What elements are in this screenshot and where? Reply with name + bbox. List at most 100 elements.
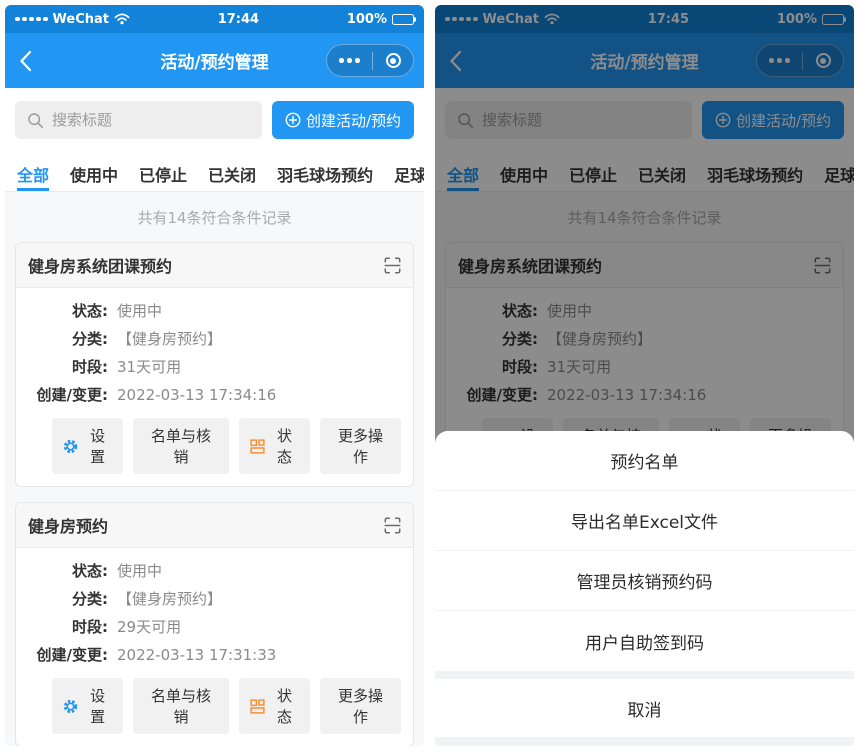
card-action-more-actions[interactable]: 更多操作 [320, 418, 401, 474]
card-field-row: 分类: 【健身房预约】 [28, 590, 401, 609]
status-bar: WeChat 17:44 100% [5, 5, 424, 33]
field-label: 创建/变更: [28, 386, 108, 405]
tab-0[interactable]: 全部 [17, 151, 49, 191]
tab-5[interactable]: 足球场预约 [394, 151, 424, 191]
card-action-status[interactable]: 状态 [239, 678, 310, 734]
field-label: 时段: [28, 618, 108, 637]
gear-icon [63, 699, 78, 714]
card-body: 状态: 使用中分类: 【健身房预约】时段:29天可用创建/变更: 2022-03-13… [16, 548, 413, 746]
tab-1[interactable]: 使用中 [70, 151, 118, 191]
result-count: 共有14条符合条件记录 [15, 207, 414, 228]
card-action-more-actions[interactable]: 更多操作 [320, 678, 401, 734]
card-field-row: 创建/变更: 2022-03-13 17:31:33 [28, 646, 401, 665]
card-actions: 设置名单与核销 状态更多操作 [52, 678, 401, 734]
tab-4[interactable]: 羽毛球场预约 [277, 151, 373, 191]
gear-icon [63, 439, 78, 454]
card-fields: 状态: 使用中分类: 【健身房预约】时段:29天可用创建/变更: 2022-03-13… [28, 562, 401, 665]
card-action-label: 更多操作 [331, 685, 390, 727]
create-activity-label: 创建活动/预约 [306, 110, 401, 131]
action-sheet-items: 预约名单导出名单Excel文件管理员核销预约码用户自助签到码 [435, 431, 854, 671]
activity-card-1: 健身房预约 状态: 使用中分类: 【健身房预约】时段:29天可用创建/变更: 2022… [15, 502, 414, 746]
magnifier-icon [27, 112, 44, 129]
ellipsis-menu-icon[interactable] [339, 58, 360, 63]
card-action-label: 名单与核销 [144, 425, 218, 467]
action-sheet-item-admin-verify-code[interactable]: 管理员核销预约码 [435, 551, 854, 611]
nav-bar: 活动/预约管理 [5, 33, 424, 88]
field-value: 2022-03-13 17:31:33 [117, 646, 276, 665]
wifi-icon [114, 13, 130, 25]
toolbar: 创建活动/预约 [5, 88, 424, 151]
filter-tabs: 全部使用中已停止已关闭羽毛球场预约足球场预约 [5, 151, 424, 192]
card-action-label: 设置 [83, 425, 112, 467]
screen-right: WeChat 17:45 100% 活动/预约管理 [435, 5, 854, 746]
card-fields: 状态: 使用中分类: 【健身房预约】时段: 31天可用创建/变更: 2022-03-13… [28, 302, 401, 405]
back-chevron-icon [19, 50, 32, 72]
field-label: 分类: [28, 590, 108, 609]
card-action-label: 状态 [270, 425, 299, 467]
field-label: 状态: [28, 562, 108, 581]
battery-full-icon [392, 14, 414, 25]
card-title: 健身房系统团课预约 [28, 253, 172, 277]
field-value: 使用中 [117, 302, 162, 321]
card-action-label: 名单与核销 [144, 685, 218, 727]
scan-qr-icon[interactable] [384, 517, 401, 534]
field-value: 【健身房预约】 [117, 590, 222, 609]
card-action-settings[interactable]: 设置 [52, 678, 123, 734]
scan-qr-icon[interactable] [384, 257, 401, 274]
action-sheet-gap [435, 671, 854, 679]
action-sheet-item-self-checkin-code[interactable]: 用户自助签到码 [435, 611, 854, 671]
grid-icon [250, 699, 265, 714]
card-action-settings[interactable]: 设置 [52, 418, 123, 474]
card-action-label: 更多操作 [331, 425, 390, 467]
field-label: 时段: [28, 358, 108, 377]
grid-icon [250, 439, 265, 454]
search-box[interactable] [15, 101, 262, 139]
screen-left: WeChat 17:44 100% 活动/预约管理 [5, 5, 424, 746]
search-input[interactable] [52, 111, 250, 129]
field-label: 分类: [28, 330, 108, 349]
tab-2[interactable]: 已停止 [139, 151, 187, 191]
card-actions: 设置名单与核销 状态更多操作 [52, 418, 401, 474]
card-field-row: 状态: 使用中 [28, 562, 401, 581]
field-value: 2022-03-13 17:34:16 [117, 386, 276, 405]
field-value: 【健身房预约】 [117, 330, 222, 349]
capsule-divider [372, 52, 373, 70]
card-action-label: 状态 [270, 685, 299, 727]
card-body: 状态: 使用中分类: 【健身房预约】时段: 31天可用创建/变更: 2022-03-13… [16, 288, 413, 486]
card-title: 健身房预约 [28, 513, 108, 537]
action-sheet: 预约名单导出名单Excel文件管理员核销预约码用户自助签到码 取消 [435, 431, 854, 746]
card-header: 健身房预约 [16, 503, 413, 548]
create-activity-button[interactable]: 创建活动/预约 [272, 101, 414, 139]
list-area: 共有14条符合条件记录 健身房系统团课预约 状态:使用中分类:【健身房预约】时段… [5, 192, 424, 746]
card-field-row: 分类: 【健身房预约】 [28, 330, 401, 349]
card-field-row: 创建/变更: 2022-03-13 17:34:16 [28, 386, 401, 405]
field-label: 状态: [28, 302, 108, 321]
wechat-capsule [326, 44, 414, 77]
signal-strength-icon [15, 17, 48, 22]
action-sheet-cancel-button[interactable]: 取消 [435, 679, 854, 737]
field-label: 创建/变更: [28, 646, 108, 665]
action-sheet-item-booking-list[interactable]: 预约名单 [435, 431, 854, 491]
action-sheet-safe-area [435, 737, 854, 746]
card-field-row: 状态: 使用中 [28, 302, 401, 321]
action-sheet-item-export-excel[interactable]: 导出名单Excel文件 [435, 491, 854, 551]
field-value: 使用中 [117, 562, 162, 581]
card-header: 健身房系统团课预约 [16, 243, 413, 288]
field-value: 31天可用 [117, 358, 181, 377]
card-list: 健身房系统团课预约 状态:使用中分类:【健身房预约】时段:31天可用创建/变更:… [15, 242, 414, 746]
card-action-roster-verify[interactable]: 名单与核销 [133, 418, 229, 474]
clock-label: 17:44 [218, 12, 259, 27]
plus-circle-icon [285, 112, 301, 128]
card-field-row: 时段: 31天可用 [28, 358, 401, 377]
tab-3[interactable]: 已关闭 [208, 151, 256, 191]
carrier-label: WeChat [53, 12, 109, 27]
card-action-status[interactable]: 状态 [239, 418, 310, 474]
battery-percent-label: 100% [347, 12, 387, 27]
back-button[interactable] [19, 50, 32, 72]
card-field-row: 时段:29天可用 [28, 618, 401, 637]
card-action-label: 设置 [83, 685, 112, 727]
record-circle-icon[interactable] [386, 53, 401, 68]
card-action-roster-verify[interactable]: 名单与核销 [133, 678, 229, 734]
screenshot-canvas: WeChat 17:44 100% 活动/预约管理 [0, 0, 859, 751]
activity-card-0: 健身房系统团课预约 状态:使用中分类:【健身房预约】时段:31天可用创建/变更:… [15, 242, 414, 487]
